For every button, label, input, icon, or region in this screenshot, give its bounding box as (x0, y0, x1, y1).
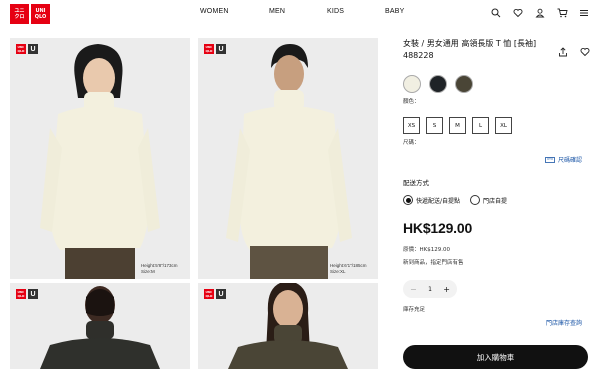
logo-block-left: ユニ クロ (10, 4, 29, 24)
ruler-icon (545, 156, 555, 163)
cart-icon[interactable] (556, 7, 568, 19)
uniqlo-mini-logo: UNI QLO (204, 289, 214, 299)
add-to-cart-button[interactable]: 加入購物車 (403, 345, 588, 369)
logo-block-right: UNI QLO (31, 4, 50, 24)
size-label: 尺碼： (403, 140, 420, 146)
model-size-note: Height:6'1"/185cm Size:XL (330, 263, 367, 274)
photo-badge: UNI QLO U (16, 289, 38, 299)
favorite-heart-icon[interactable] (580, 42, 590, 61)
nav-women[interactable]: WOMEN (200, 8, 229, 15)
photo-badge: UNI QLO U (204, 289, 226, 299)
store-stock-link[interactable]: 門店庫存查詢 (546, 318, 582, 327)
model-size-note: Height:5'8"/173cm Size:M (141, 263, 178, 274)
increase-button[interactable]: + (443, 285, 450, 294)
swatch-olive[interactable] (455, 75, 473, 93)
model-image-woman (10, 38, 190, 279)
delivery-options: 快遞配送/自提點 門店自提 (403, 195, 507, 205)
stock-status: 庫存充足 (403, 307, 426, 313)
size-m[interactable]: M (449, 117, 466, 134)
size-xl[interactable]: XL (495, 117, 512, 134)
model-image-man (198, 38, 378, 279)
header: ユニ クロ UNI QLO WOMEN MEN KIDS BABY (0, 0, 600, 30)
header-icons (490, 7, 590, 19)
radio-selected[interactable] (403, 195, 413, 205)
uniqlo-mini-logo: UNI QLO (16, 289, 26, 299)
decrease-button[interactable]: − (410, 285, 417, 294)
radio-unselected[interactable] (470, 195, 481, 205)
product-photo-grid: UNI QLO U Height:5'8"/173cm Size:M UNI QLO… (10, 38, 378, 369)
nav-kids[interactable]: KIDS (327, 8, 344, 15)
product-price: HK$129.00 (403, 220, 473, 236)
nav-baby[interactable]: BABY (385, 8, 404, 15)
size-check-link[interactable]: 尺碼確認 (558, 155, 582, 164)
user-icon[interactable] (534, 7, 546, 19)
original-price: 原價：HK$129.00 (403, 247, 450, 253)
size-check[interactable]: 尺碼確認 (545, 155, 582, 164)
quantity-value: 1 (428, 285, 432, 293)
photo-badge: UNI QLO U (204, 44, 226, 54)
delivery-title: 配送方式 (403, 179, 429, 187)
swatch-black[interactable] (429, 75, 447, 93)
delivery-option-store[interactable]: 門店自提 (470, 195, 507, 205)
product-actions (558, 42, 590, 61)
uniqlo-mini-logo: UNI QLO (16, 44, 26, 54)
product-photo-1[interactable]: UNI QLO U Height:5'8"/173cm Size:M (10, 38, 190, 279)
size-l[interactable]: L (472, 117, 489, 134)
color-label: 顏色： (403, 99, 420, 105)
menu-icon[interactable] (578, 7, 590, 19)
heart-icon[interactable] (512, 7, 524, 19)
product-photo-2[interactable]: UNI QLO U Height:6'1"/185cm Size:XL (198, 38, 378, 279)
new-arrival-note: 新到商品，指定門店有售 (403, 260, 464, 266)
share-icon[interactable] (558, 42, 568, 61)
nav-men[interactable]: MEN (269, 8, 285, 15)
photo-badge: UNI QLO U (16, 44, 38, 54)
product-info-panel: 女裝 / 男女通用 高領長版 T 恤 [長袖] 488228 (403, 38, 590, 62)
product-photo-4[interactable]: UNI QLO U (198, 283, 378, 369)
uniqlo-mini-logo: UNI QLO (204, 44, 214, 54)
delivery-option-express[interactable]: 快遞配送/自提點 (403, 195, 460, 205)
swatch-off-white[interactable] (403, 75, 421, 93)
uniqlo-logo[interactable]: ユニ クロ UNI QLO (10, 4, 50, 24)
size-s[interactable]: S (426, 117, 443, 134)
quantity-stepper: − 1 + (403, 280, 457, 298)
size-xs[interactable]: XS (403, 117, 420, 134)
color-swatches (403, 75, 473, 93)
size-selector: XS S M L XL (403, 117, 512, 134)
product-title: 女裝 / 男女通用 高領長版 T 恤 [長袖] 488228 (403, 39, 537, 60)
search-icon[interactable] (490, 7, 502, 19)
product-photo-3[interactable]: UNI QLO U (10, 283, 190, 369)
